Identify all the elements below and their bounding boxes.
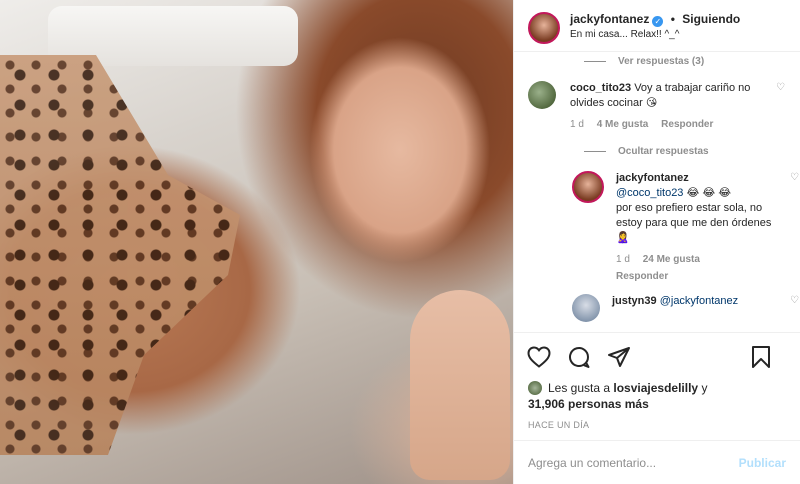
bookmark-icon[interactable]: [748, 344, 774, 370]
verified-badge-icon: ✓: [652, 16, 664, 27]
reply-like-heart-icon[interactable]: ♡: [790, 173, 800, 183]
comment-age: 1 d: [570, 119, 584, 130]
reply-body: jackyfontanez @coco_tito23 😂 😂 😂 por eso…: [616, 171, 776, 284]
comments-list[interactable]: Ver respuestas (3) coco_tito23 Voy a tra…: [514, 52, 800, 332]
following-button[interactable]: Siguiendo: [682, 12, 740, 26]
next-reply-body: justyn39 @jackyfontanez: [612, 294, 772, 322]
next-reply-username[interactable]: justyn39: [612, 295, 657, 307]
next-reply-mention[interactable]: @jackyfontanez: [660, 295, 738, 307]
reply-mention[interactable]: @coco_tito23: [616, 187, 683, 199]
add-comment-bar: Publicar: [514, 440, 800, 484]
dot-separator: •: [670, 12, 675, 26]
comment-bubble-icon[interactable]: [566, 344, 592, 370]
comment-body: coco_tito23 Voy a trabajar cariño no olv…: [570, 81, 760, 132]
hide-replies-label: Ocultar respuestas: [618, 146, 709, 157]
reply-username[interactable]: jackyfontanez: [616, 171, 776, 186]
reply-item: jackyfontanez @coco_tito23 😂 😂 😂 por eso…: [572, 171, 799, 284]
reply-button[interactable]: Responder: [661, 119, 713, 130]
likes-connector: y: [701, 381, 708, 395]
comment-meta: 1 d 4 Me gusta Responder: [570, 117, 760, 132]
reply-likes[interactable]: 24 Me gusta: [643, 254, 700, 265]
next-reply-avatar[interactable]: [572, 294, 600, 322]
swimsuit-shape: [0, 55, 240, 455]
likes-prefix: Les gusta a: [548, 381, 611, 395]
comment-username[interactable]: coco_tito23: [570, 82, 631, 94]
divider-line: [584, 61, 606, 62]
view-replies-toggle[interactable]: Ver respuestas (3): [584, 56, 786, 67]
reply-age: 1 d: [616, 254, 630, 265]
hand-shape: [410, 290, 510, 480]
post-caption: En mi casa... Relax!! ^_^: [570, 29, 680, 40]
author-username[interactable]: jackyfontanez: [570, 12, 649, 26]
reply-respond-button[interactable]: Responder: [616, 269, 776, 284]
reply-text: por eso prefiero estar sola, no estoy pa…: [616, 202, 772, 244]
comment-input[interactable]: [528, 455, 739, 470]
reply-avatar[interactable]: [572, 171, 604, 203]
comment-like-heart-icon[interactable]: ♡: [776, 83, 786, 93]
next-reply-item: justyn39 @jackyfontanez ♡: [572, 294, 799, 322]
action-bar: [514, 332, 800, 380]
hide-replies-toggle[interactable]: Ocultar respuestas: [584, 146, 786, 157]
like-heart-icon[interactable]: [526, 344, 552, 370]
comment-item: coco_tito23 Voy a trabajar cariño no olv…: [528, 81, 786, 132]
reply-meta: 1 d 24 Me gusta Responder: [616, 252, 776, 284]
likes-summary: Les gusta a losviajesdelilly y 31,906 pe…: [514, 380, 800, 412]
liker-username[interactable]: losviajesdelilly: [613, 380, 698, 396]
post-photo[interactable]: [0, 0, 513, 484]
post-header: jackyfontanez ✓ • Siguiendo En mi casa...…: [514, 0, 800, 52]
next-reply-like-heart-icon[interactable]: ♡: [790, 296, 800, 306]
post-side-panel: jackyfontanez ✓ • Siguiendo En mi casa...…: [513, 0, 800, 484]
liker-avatar[interactable]: [528, 381, 542, 395]
comment-likes[interactable]: 4 Me gusta: [597, 119, 649, 130]
post-timestamp[interactable]: HACE UN DÍA: [514, 412, 800, 430]
likes-count[interactable]: 31,906 personas más: [528, 397, 649, 411]
publish-button[interactable]: Publicar: [739, 456, 786, 470]
author-avatar[interactable]: [528, 12, 560, 44]
reply-emojis: 😂 😂 😂: [683, 187, 732, 199]
share-plane-icon[interactable]: [606, 344, 632, 370]
divider-line: [584, 151, 606, 152]
header-text: jackyfontanez ✓ • Siguiendo En mi casa...…: [570, 12, 740, 42]
comment-avatar[interactable]: [528, 81, 556, 109]
instagram-post: jackyfontanez ✓ • Siguiendo En mi casa...…: [0, 0, 800, 484]
view-replies-label: Ver respuestas (3): [618, 56, 705, 67]
